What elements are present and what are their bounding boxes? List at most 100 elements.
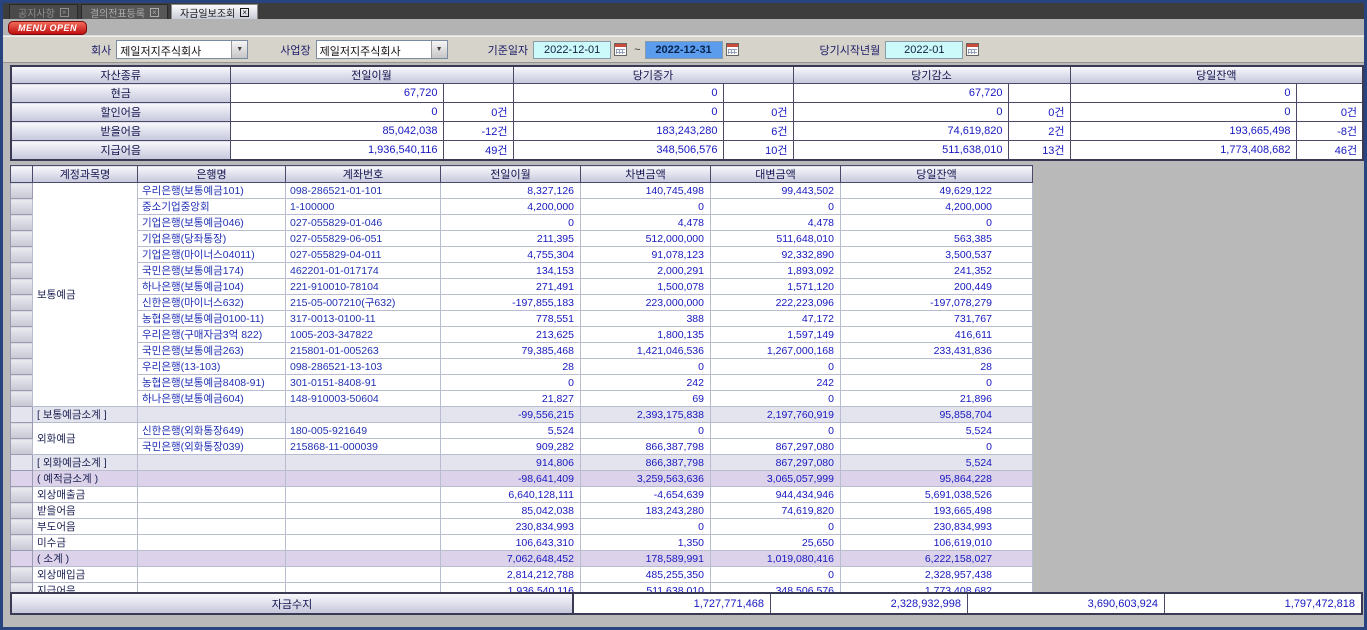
chevron-down-icon[interactable]: ▼ — [231, 41, 247, 58]
amount-cell[interactable]: 25,650 — [711, 535, 841, 551]
row-selector[interactable] — [11, 359, 33, 375]
amount-cell[interactable]: 95,864,228 — [841, 471, 1033, 487]
amount-cell[interactable]: 0 — [581, 519, 711, 535]
account-number-cell[interactable] — [286, 407, 441, 423]
tab-daily-fund-report[interactable]: 자금일보조회 × — [171, 4, 258, 19]
row-selector[interactable] — [11, 215, 33, 231]
amount-cell[interactable]: 6,222,158,027 — [841, 551, 1033, 567]
tab-close-icon[interactable]: × — [240, 8, 249, 17]
amount-cell[interactable]: 2,393,175,838 — [581, 407, 711, 423]
account-number-cell[interactable]: 1005-203-347822 — [286, 327, 441, 343]
bank-name-cell[interactable]: 농협은행(보통예금0100-11) — [138, 311, 286, 327]
row-selector[interactable] — [11, 279, 33, 295]
amount-cell[interactable]: 222,223,096 — [711, 295, 841, 311]
amount-cell[interactable]: 1,421,046,536 — [581, 343, 711, 359]
amount-cell[interactable]: 0 — [711, 519, 841, 535]
base-date-from-input[interactable] — [533, 41, 611, 59]
amount-cell[interactable]: 79,385,468 — [441, 343, 581, 359]
row-selector[interactable] — [11, 567, 33, 583]
menu-open-button[interactable]: MENU OPEN — [8, 21, 87, 35]
account-name-cell[interactable]: 받을어음 — [33, 503, 138, 519]
bank-name-cell[interactable] — [138, 551, 286, 567]
amount-cell[interactable]: 28 — [441, 359, 581, 375]
amount-cell[interactable]: 866,387,798 — [581, 455, 711, 471]
bank-name-cell[interactable]: 하나은행(보통예금104) — [138, 279, 286, 295]
amount-cell[interactable]: 140,745,498 — [581, 183, 711, 199]
period-start-input[interactable] — [885, 41, 963, 59]
account-number-cell[interactable]: 180-005-921649 — [286, 423, 441, 439]
amount-cell[interactable]: 91,078,123 — [581, 247, 711, 263]
amount-cell[interactable]: 0 — [711, 359, 841, 375]
amount-cell[interactable]: 193,665,498 — [841, 503, 1033, 519]
bank-name-cell[interactable]: 우리은행(구매자금3억 822) — [138, 327, 286, 343]
bank-name-cell[interactable]: 하나은행(보통예금604) — [138, 391, 286, 407]
calendar-icon[interactable] — [726, 43, 739, 56]
amount-cell[interactable]: 242 — [711, 375, 841, 391]
row-selector[interactable] — [11, 551, 33, 567]
amount-cell[interactable]: 69 — [581, 391, 711, 407]
workplace-select[interactable]: 제일저지주식회사 ▼ — [316, 40, 448, 59]
amount-cell[interactable]: 0 — [841, 215, 1033, 231]
amount-cell[interactable]: 2,328,957,438 — [841, 567, 1033, 583]
row-selector[interactable] — [11, 295, 33, 311]
account-name-cell[interactable]: [ 외화예금소계 ] — [33, 455, 138, 471]
amount-cell[interactable]: 1,597,149 — [711, 327, 841, 343]
amount-cell[interactable]: 99,443,502 — [711, 183, 841, 199]
amount-cell[interactable]: 74,619,820 — [711, 503, 841, 519]
amount-cell[interactable]: 21,827 — [441, 391, 581, 407]
bank-name-cell[interactable]: 신한은행(마이너스632) — [138, 295, 286, 311]
amount-cell[interactable]: 213,625 — [441, 327, 581, 343]
amount-cell[interactable]: 4,200,000 — [841, 199, 1033, 215]
account-number-cell[interactable]: 027-055829-06-051 — [286, 231, 441, 247]
amount-cell[interactable]: 0 — [581, 423, 711, 439]
company-select[interactable]: 제일저지주식회사 ▼ — [116, 40, 248, 59]
account-number-cell[interactable] — [286, 535, 441, 551]
bank-name-cell[interactable]: 우리은행(보통예금101) — [138, 183, 286, 199]
account-name-cell[interactable]: 외상매출금 — [33, 487, 138, 503]
amount-cell[interactable]: 909,282 — [441, 439, 581, 455]
account-name-cell[interactable]: 외상매입금 — [33, 567, 138, 583]
tab-notice[interactable]: 공지사항 × — [9, 4, 78, 19]
amount-cell[interactable]: 211,395 — [441, 231, 581, 247]
amount-cell[interactable]: 134,153 — [441, 263, 581, 279]
amount-cell[interactable]: 4,755,304 — [441, 247, 581, 263]
amount-cell[interactable]: 8,327,126 — [441, 183, 581, 199]
amount-cell[interactable]: 0 — [841, 439, 1033, 455]
tab-close-icon[interactable]: × — [150, 8, 159, 17]
amount-cell[interactable]: 944,434,946 — [711, 487, 841, 503]
account-number-cell[interactable]: 098-286521-01-101 — [286, 183, 441, 199]
amount-cell[interactable]: 1,267,000,168 — [711, 343, 841, 359]
amount-cell[interactable]: 0 — [711, 567, 841, 583]
amount-cell[interactable]: 271,491 — [441, 279, 581, 295]
amount-cell[interactable]: 914,806 — [441, 455, 581, 471]
calendar-icon[interactable] — [614, 43, 627, 56]
account-name-cell[interactable]: 미수금 — [33, 535, 138, 551]
amount-cell[interactable]: -98,641,409 — [441, 471, 581, 487]
account-number-cell[interactable]: 215868-11-000039 — [286, 439, 441, 455]
amount-cell[interactable]: 21,896 — [841, 391, 1033, 407]
amount-cell[interactable]: 3,500,537 — [841, 247, 1033, 263]
account-number-cell[interactable]: 462201-01-017174 — [286, 263, 441, 279]
amount-cell[interactable]: 200,449 — [841, 279, 1033, 295]
account-name-cell[interactable]: ( 소계 ) — [33, 551, 138, 567]
row-selector[interactable] — [11, 343, 33, 359]
bank-name-cell[interactable]: 우리은행(13-103) — [138, 359, 286, 375]
account-group-cell[interactable]: 외화예금 — [33, 423, 138, 455]
row-selector[interactable] — [11, 471, 33, 487]
account-number-cell[interactable] — [286, 471, 441, 487]
amount-cell[interactable]: 92,332,890 — [711, 247, 841, 263]
bank-name-cell[interactable] — [138, 567, 286, 583]
bank-name-cell[interactable] — [138, 535, 286, 551]
row-selector[interactable] — [11, 535, 33, 551]
amount-cell[interactable]: 0 — [841, 375, 1033, 391]
account-number-cell[interactable]: 148-910003-50604 — [286, 391, 441, 407]
amount-cell[interactable]: 867,297,080 — [711, 455, 841, 471]
amount-cell[interactable]: 778,551 — [441, 311, 581, 327]
amount-cell[interactable]: 5,524 — [841, 455, 1033, 471]
tab-voucher-entry[interactable]: 결의전표등록 × — [81, 4, 168, 19]
account-number-cell[interactable]: 301-0151-8408-91 — [286, 375, 441, 391]
row-selector[interactable] — [11, 423, 33, 439]
amount-cell[interactable]: 2,000,291 — [581, 263, 711, 279]
account-number-cell[interactable] — [286, 519, 441, 535]
amount-cell[interactable]: 183,243,280 — [581, 503, 711, 519]
